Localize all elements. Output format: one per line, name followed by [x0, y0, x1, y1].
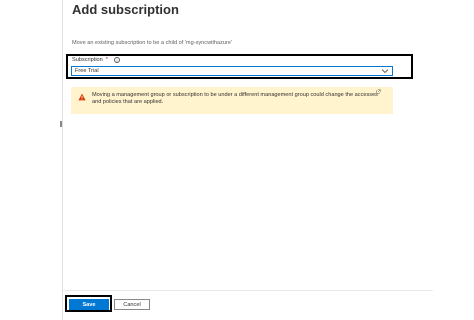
info-icon[interactable]: i — [113, 57, 120, 63]
subscription-selected-value: Free Trial — [75, 68, 99, 74]
footer-divider — [63, 290, 433, 291]
add-subscription-panel: Add subscription Move an existing subscr… — [63, 0, 474, 320]
subscription-label: Subscription — [72, 57, 103, 63]
subscription-label-row: Subscription * i — [72, 57, 120, 63]
warning-message: Moving a management group or subscriptio… — [71, 87, 393, 114]
external-link-icon[interactable] — [376, 89, 381, 94]
page-title: Add subscription — [72, 2, 179, 17]
panel-description: Move an existing subscription to be a ch… — [72, 40, 233, 46]
required-marker: * — [105, 57, 108, 63]
subscription-dropdown[interactable]: Free Trial — [71, 66, 393, 76]
save-button[interactable]: Save — [69, 299, 109, 310]
rail-marker — [60, 121, 62, 127]
warning-text: Moving a management group or subscriptio… — [92, 92, 378, 105]
cancel-button[interactable]: Cancel — [114, 299, 150, 310]
warning-icon — [78, 93, 86, 101]
chevron-down-icon — [381, 69, 389, 74]
left-navigation-rail — [0, 0, 63, 320]
